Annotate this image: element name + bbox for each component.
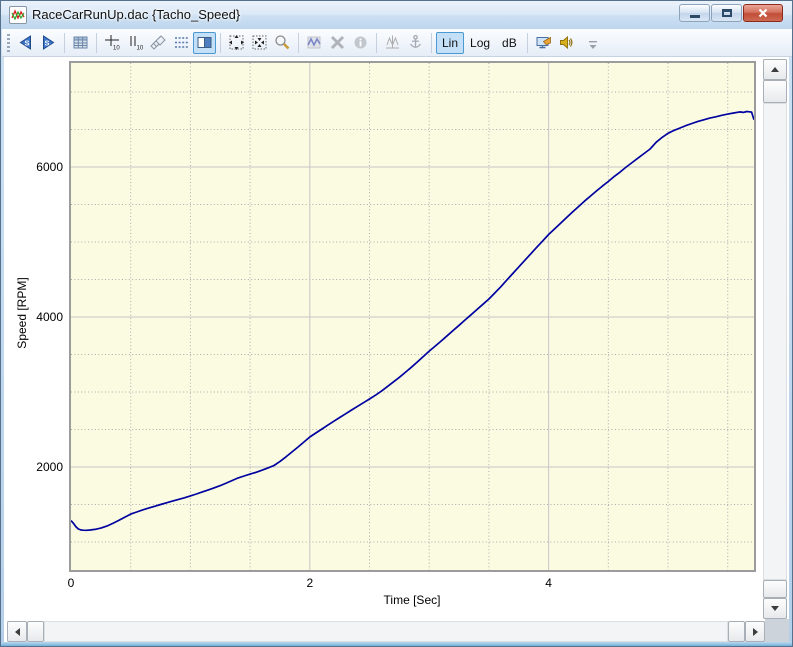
- anchor-button[interactable]: [404, 32, 427, 54]
- split-view-icon: [196, 34, 213, 51]
- magnifier-icon: [274, 34, 291, 51]
- data-grid-icon: [72, 34, 89, 51]
- scrollbar-corner: [765, 619, 789, 642]
- scroll-down-button[interactable]: [763, 598, 787, 619]
- lin-scale-button[interactable]: Lin: [436, 32, 464, 54]
- toolbar-separator: [376, 33, 377, 53]
- send-to-window-button[interactable]: [532, 32, 555, 54]
- title-bar[interactable]: RaceCarRunUp.dac {Tacho_Speed}: [1, 1, 792, 29]
- close-icon: [757, 7, 769, 19]
- app-window: RaceCarRunUp.dac {Tacho_Speed} S S: [0, 0, 793, 647]
- minimize-button[interactable]: [679, 4, 710, 22]
- dashed-lines-button[interactable]: [170, 32, 193, 54]
- scroll-right-button[interactable]: [745, 621, 765, 642]
- magnifier-button[interactable]: [271, 32, 294, 54]
- dashed-lines-icon: [173, 34, 190, 51]
- plot-area[interactable]: [69, 61, 756, 572]
- cascade-layers-icon: [150, 34, 167, 51]
- svg-text:S: S: [24, 39, 29, 48]
- zoom-selection-icon: [251, 34, 268, 51]
- horizontal-scroll-track[interactable]: [44, 621, 728, 642]
- anchor-icon: [407, 34, 424, 51]
- window-title: RaceCarRunUp.dac {Tacho_Speed}: [32, 1, 240, 29]
- data-grid-button[interactable]: [69, 32, 92, 54]
- vertical-cursors-button[interactable]: 10: [124, 32, 147, 54]
- svg-text:S: S: [44, 39, 49, 48]
- horizontal-scrollbar[interactable]: [7, 621, 765, 642]
- horizontal-range-handle-left[interactable]: [27, 621, 44, 642]
- previous-record-button[interactable]: S: [14, 32, 37, 54]
- scroll-left-button[interactable]: [7, 621, 27, 642]
- speaker-icon: [558, 34, 575, 51]
- toolbar-separator: [64, 33, 65, 53]
- cascade-layers-button[interactable]: [147, 32, 170, 54]
- next-record-icon: S: [40, 34, 57, 51]
- horizontal-range-handle-right[interactable]: [728, 621, 745, 642]
- arrow-left-icon: [15, 628, 20, 636]
- info-button[interactable]: [349, 32, 372, 54]
- toolbar-separator: [527, 33, 528, 53]
- window-bottom-frame: [1, 642, 792, 647]
- vertical-range-handle-bottom[interactable]: [763, 580, 787, 598]
- toolbar-overflow-button[interactable]: [582, 35, 605, 57]
- y-tick-label: 4000: [7, 310, 63, 324]
- x-tick-label: 4: [545, 576, 552, 590]
- delete-function-icon: [329, 34, 346, 51]
- split-view-button[interactable]: [193, 32, 216, 54]
- vertical-scroll-track[interactable]: [763, 103, 787, 580]
- speed-curve-chart: [71, 63, 754, 570]
- toolbar-separator: [431, 33, 432, 53]
- toolbar-separator: [96, 33, 97, 53]
- crosshair-cursor-icon: 10: [104, 34, 121, 51]
- marker-button[interactable]: [381, 32, 404, 54]
- zoom-fit-button[interactable]: [225, 32, 248, 54]
- wave-function-icon: [306, 34, 323, 51]
- arrow-right-icon: [753, 628, 758, 636]
- marker-icon: [384, 34, 401, 51]
- toolbar-separator: [298, 33, 299, 53]
- svg-text:10: 10: [137, 46, 144, 52]
- previous-record-icon: S: [17, 34, 34, 51]
- maximize-button[interactable]: [711, 4, 742, 22]
- app-icon: [9, 6, 27, 24]
- minimize-icon: [690, 15, 700, 18]
- toolbar-grip[interactable]: [7, 34, 10, 52]
- vertical-range-handle-top[interactable]: [763, 80, 787, 103]
- wave-function-button[interactable]: [303, 32, 326, 54]
- y-tick-label: 2000: [7, 460, 63, 474]
- zoom-selection-button[interactable]: [248, 32, 271, 54]
- vertical-cursors-icon: 10: [127, 34, 144, 51]
- send-to-window-icon: [535, 34, 552, 51]
- arrow-up-icon: [771, 67, 779, 72]
- next-record-button[interactable]: S: [37, 32, 60, 54]
- crosshair-cursor-button[interactable]: 10: [101, 32, 124, 54]
- scroll-up-button[interactable]: [763, 59, 787, 80]
- log-scale-button[interactable]: Log: [464, 32, 496, 54]
- info-icon: [352, 34, 369, 51]
- svg-text:10: 10: [113, 46, 120, 52]
- speaker-button[interactable]: [555, 32, 578, 54]
- delete-function-button[interactable]: [326, 32, 349, 54]
- db-scale-button[interactable]: dB: [496, 32, 523, 54]
- x-tick-label: 0: [68, 576, 75, 590]
- arrow-down-icon: [771, 606, 779, 611]
- toolbar-separator: [220, 33, 221, 53]
- y-tick-label: 6000: [7, 160, 63, 174]
- x-axis-title: Time [Sec]: [342, 593, 482, 607]
- toolbar: S S 10: [2, 29, 793, 57]
- toolbar-overflow-icon: [587, 40, 599, 52]
- zoom-fit-icon: [228, 34, 245, 51]
- x-tick-label: 2: [306, 576, 313, 590]
- close-button[interactable]: [743, 4, 783, 22]
- maximize-icon: [722, 9, 732, 17]
- vertical-scrollbar[interactable]: [763, 59, 787, 619]
